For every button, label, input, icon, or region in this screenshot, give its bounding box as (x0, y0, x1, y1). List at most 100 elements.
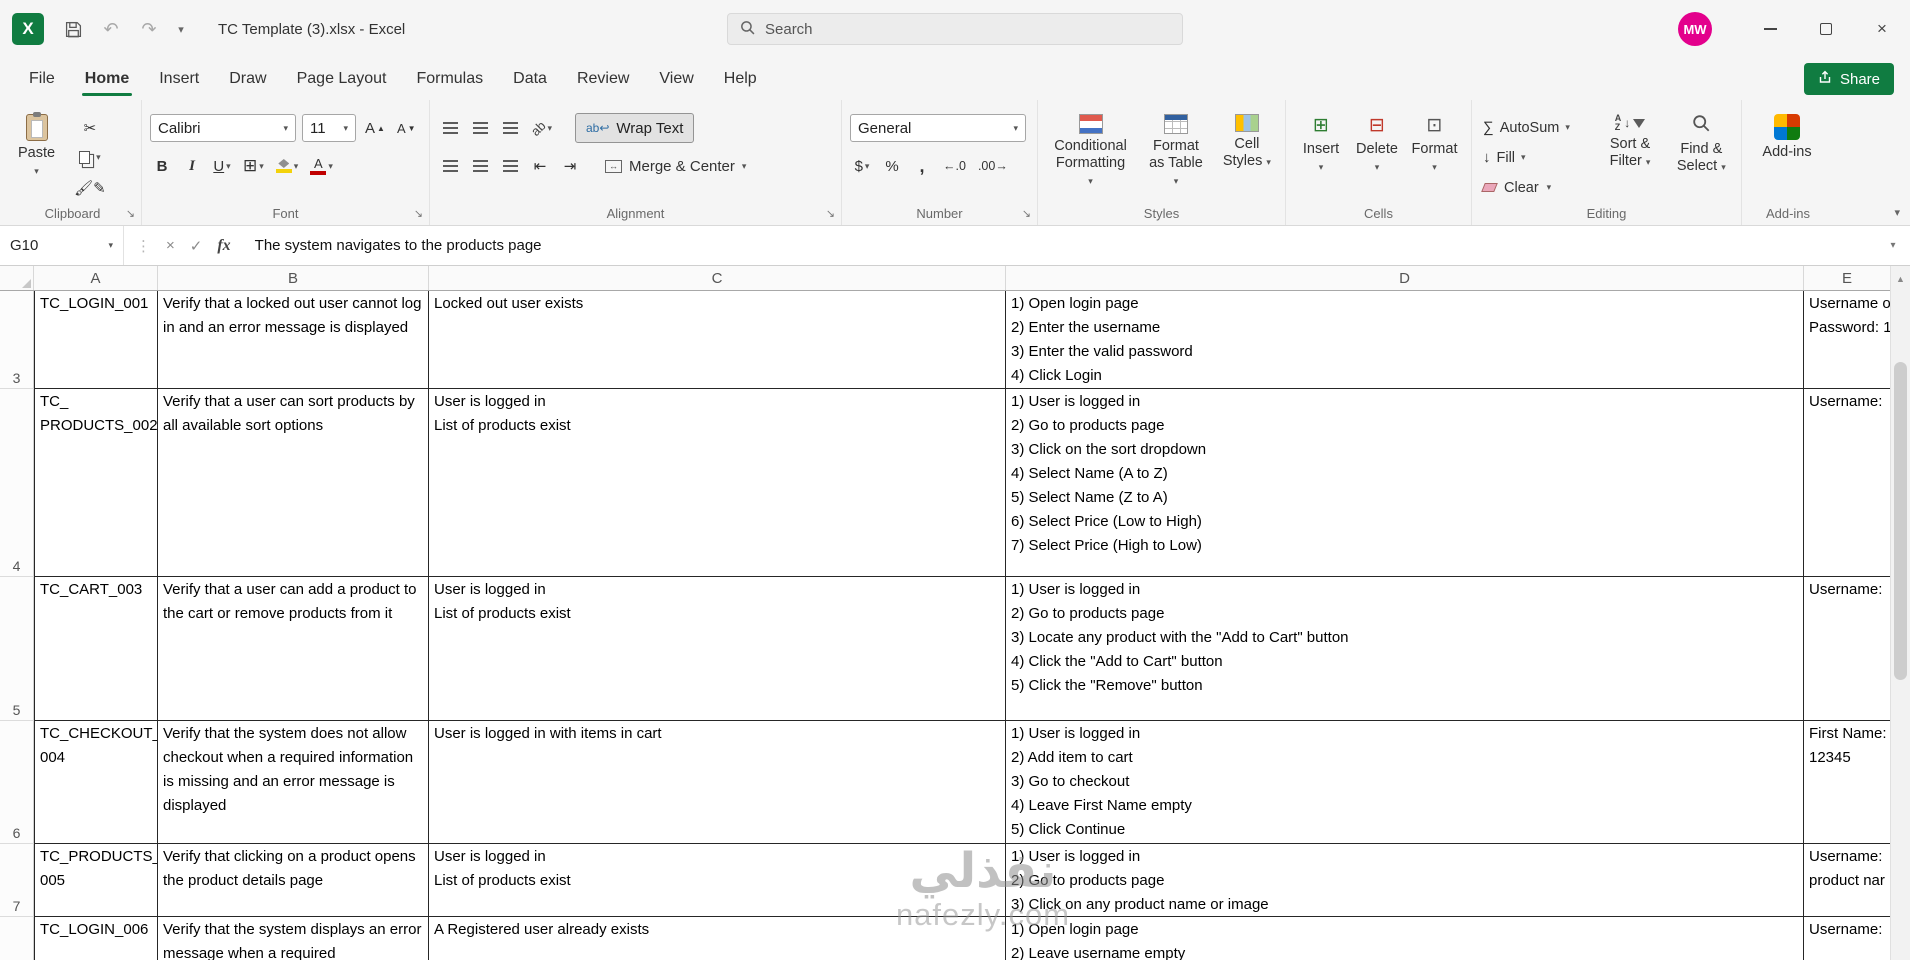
select-all-corner[interactable] (0, 266, 34, 290)
fill-button[interactable]: ↓ Fill ▾ (1480, 144, 1590, 171)
cell-B4[interactable]: Verify that a user can sort products by … (158, 389, 429, 577)
cell-D3[interactable]: 1) Open login page 2) Enter the username… (1006, 291, 1804, 389)
orientation-button[interactable]: ab ▾ (528, 115, 555, 142)
addins-button[interactable]: Add-ins (1750, 112, 1824, 163)
shrink-font-button[interactable]: A ▼ (394, 115, 419, 142)
grow-font-button[interactable]: A ▲ (362, 115, 388, 142)
row-header-3[interactable]: 3 (0, 291, 34, 389)
vertical-scrollbar[interactable]: ▲ (1890, 266, 1910, 960)
close-button[interactable]: × (1854, 0, 1910, 58)
tab-file[interactable]: File (14, 58, 70, 100)
cell-E7[interactable]: Username: product nar (1804, 844, 1890, 917)
conditional-formatting-button[interactable]: Conditional Formatting ▾ (1046, 112, 1135, 203)
undo-icon[interactable]: ↶ (94, 12, 128, 46)
cell-B6[interactable]: Verify that the system does not allow ch… (158, 721, 429, 844)
tab-view[interactable]: View (644, 58, 708, 100)
cell-B8[interactable]: Verify that the system displays an error… (158, 917, 429, 960)
cell-D7[interactable]: 1) User is logged in 2) Go to products p… (1006, 844, 1804, 917)
sort-filter-button[interactable]: A Z ↓ Sort & Filter ▾ (1596, 112, 1663, 203)
cell-E5[interactable]: Username: (1804, 577, 1890, 721)
merge-center-button[interactable]: ↔ Merge & Center ▾ (602, 153, 749, 180)
increase-decimal-button[interactable]: ←.0 (940, 153, 969, 180)
maximize-button[interactable] (1798, 0, 1854, 58)
cell-A6[interactable]: TC_CHECKOUT_ 004 (34, 721, 158, 844)
cell-C6[interactable]: User is logged in with items in cart (429, 721, 1006, 844)
paste-button[interactable]: Paste ▾ (12, 112, 61, 201)
clipboard-dialog-launcher-icon[interactable]: ↘ (126, 207, 135, 220)
borders-button[interactable]: ⊞ ▾ (240, 153, 267, 180)
format-as-table-button[interactable]: Format as Table ▾ (1139, 112, 1213, 203)
cell-B5[interactable]: Verify that a user can add a product to … (158, 577, 429, 721)
accounting-format-button[interactable]: $ ▾ (850, 153, 874, 180)
cell-C7[interactable]: User is logged in List of products exist (429, 844, 1006, 917)
name-box[interactable]: G10 ▾ (0, 226, 124, 265)
align-left-button[interactable] (438, 153, 462, 180)
cell-B7[interactable]: Verify that clicking on a product opens … (158, 844, 429, 917)
cell-B3[interactable]: Verify that a locked out user cannot log… (158, 291, 429, 389)
autosum-button[interactable]: ∑ AutoSum ▾ (1480, 114, 1590, 141)
format-cells-button[interactable]: ⊡ Format ▾ (1406, 112, 1463, 203)
font-dialog-launcher-icon[interactable]: ↘ (414, 207, 423, 220)
tab-insert[interactable]: Insert (144, 58, 214, 100)
increase-indent-button[interactable]: ⇥ (558, 153, 582, 180)
bold-button[interactable]: B (150, 153, 174, 180)
column-header-b[interactable]: B (158, 266, 429, 290)
redo-icon[interactable]: ↷ (132, 12, 166, 46)
percent-style-button[interactable]: % (880, 153, 904, 180)
italic-button[interactable]: I (180, 153, 204, 180)
number-dialog-launcher-icon[interactable]: ↘ (1022, 207, 1031, 220)
cell-E4[interactable]: Username: (1804, 389, 1890, 577)
save-icon[interactable] (56, 12, 90, 46)
cell-D4[interactable]: 1) User is logged in 2) Go to products p… (1006, 389, 1804, 577)
font-color-button[interactable]: A ▾ (307, 153, 336, 180)
cell-D5[interactable]: 1) User is logged in 2) Go to products p… (1006, 577, 1804, 721)
cell-A5[interactable]: TC_CART_003 (34, 577, 158, 721)
format-painter-button[interactable]: 🖌︎✎ (71, 174, 109, 201)
cell-C8[interactable]: A Registered user already exists (429, 917, 1006, 960)
font-name-combo[interactable]: Calibri ▾ (150, 114, 296, 142)
column-header-a[interactable]: A (34, 266, 158, 290)
tab-help[interactable]: Help (709, 58, 772, 100)
comma-style-button[interactable]: , (910, 153, 934, 180)
cell-A8[interactable]: TC_LOGIN_006 (34, 917, 158, 960)
row-header-7[interactable]: 7 (0, 844, 34, 917)
column-header-d[interactable]: D (1006, 266, 1804, 290)
cell-A7[interactable]: TC_PRODUCTS_ 005 (34, 844, 158, 917)
row-header-4[interactable]: 4 (0, 389, 34, 577)
expand-formula-bar-chevron-icon[interactable]: ▾ (1876, 226, 1910, 265)
insert-function-icon[interactable]: fx (217, 237, 230, 255)
minimize-button[interactable] (1742, 0, 1798, 58)
formula-input[interactable]: The system navigates to the products pag… (243, 226, 1876, 265)
alignment-dialog-launcher-icon[interactable]: ↘ (826, 207, 835, 220)
scrollbar-thumb[interactable] (1894, 362, 1907, 680)
align-right-button[interactable] (498, 153, 522, 180)
cell-A4[interactable]: TC_ PRODUCTS_002 (34, 389, 158, 577)
cell-styles-button[interactable]: Cell Styles ▾ (1217, 112, 1277, 203)
number-format-combo[interactable]: General ▾ (850, 114, 1026, 142)
bottom-align-button[interactable] (498, 115, 522, 142)
align-center-button[interactable] (468, 153, 492, 180)
column-header-e[interactable]: E (1804, 266, 1890, 290)
clear-button[interactable]: Clear ▾ (1480, 174, 1590, 201)
enter-icon[interactable]: ✓ (190, 237, 203, 255)
scroll-up-icon[interactable]: ▲ (1891, 266, 1910, 291)
tab-draw[interactable]: Draw (214, 58, 281, 100)
copy-button[interactable]: ▾ (71, 144, 109, 171)
collapse-ribbon-chevron-icon[interactable]: ▾ (1894, 206, 1900, 219)
font-size-combo[interactable]: 11 ▾ (302, 114, 356, 142)
find-select-button[interactable]: Find & Select ▾ (1670, 112, 1733, 203)
cell-E6[interactable]: First Name: 12345 (1804, 721, 1890, 844)
row-header-6[interactable]: 6 (0, 721, 34, 844)
tab-home[interactable]: Home (70, 58, 144, 100)
decrease-indent-button[interactable]: ⇤ (528, 153, 552, 180)
delete-cells-button[interactable]: ⊟ Delete ▾ (1350, 112, 1404, 203)
cell-E3[interactable]: Username o Password: 1 (1804, 291, 1890, 389)
share-button[interactable]: Share (1803, 63, 1894, 95)
cell-A3[interactable]: TC_LOGIN_001 (34, 291, 158, 389)
search-input[interactable]: Search (727, 13, 1183, 45)
cell-D6[interactable]: 1) User is logged in 2) Add item to cart… (1006, 721, 1804, 844)
underline-button[interactable]: U ▾ (210, 153, 234, 180)
tab-formulas[interactable]: Formulas (401, 58, 498, 100)
tab-data[interactable]: Data (498, 58, 562, 100)
top-align-button[interactable] (438, 115, 462, 142)
